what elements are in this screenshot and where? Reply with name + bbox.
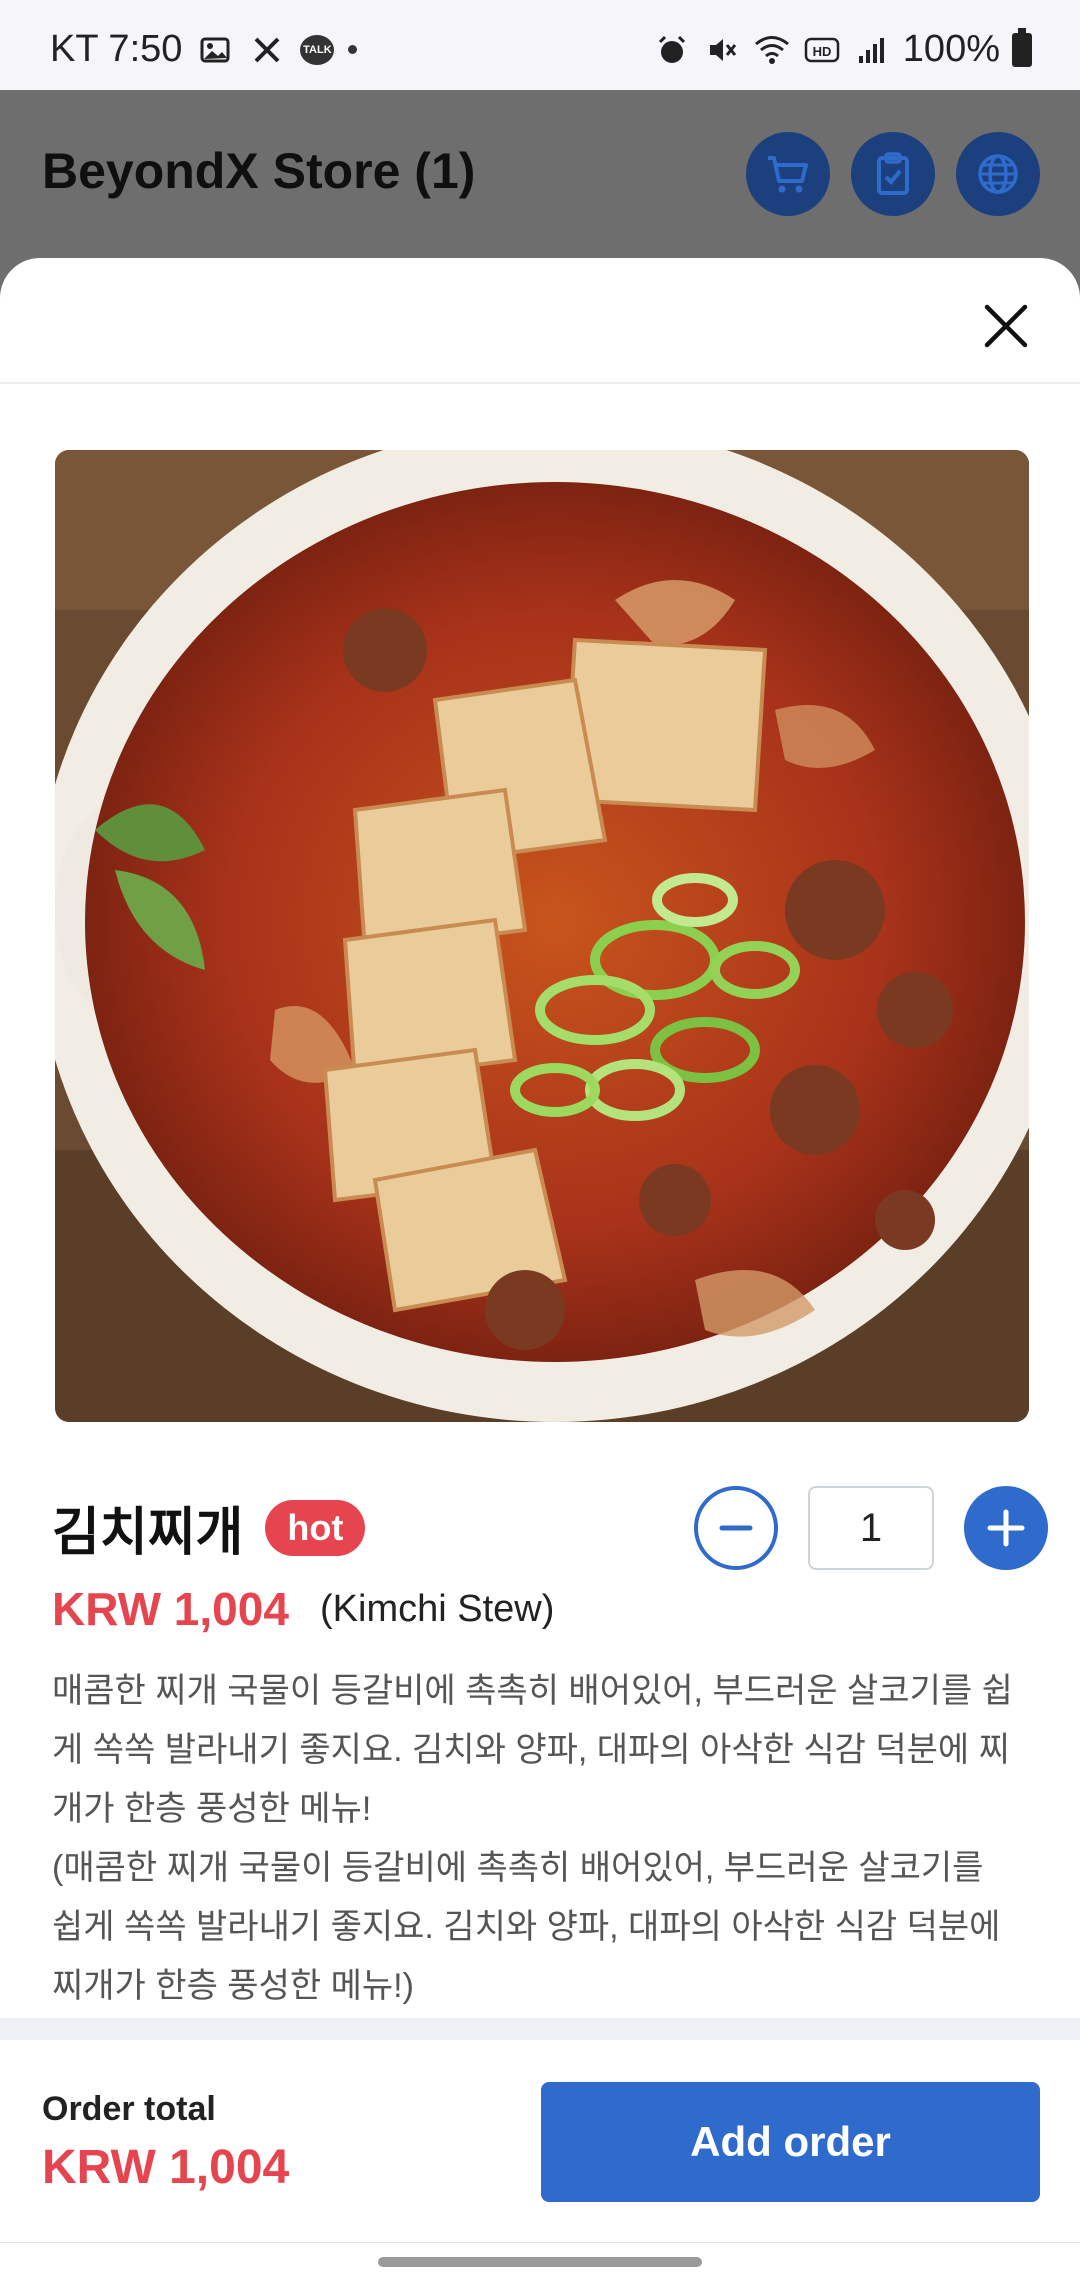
gallery-icon — [196, 31, 234, 69]
home-gesture-handle[interactable] — [378, 2257, 702, 2267]
close-button[interactable] — [978, 298, 1034, 354]
order-total-price: KRW 1,004 — [42, 2141, 290, 2194]
navigation-bar — [0, 2242, 1080, 2280]
carrier-time: KT 7:50 — [50, 28, 183, 70]
sheet-divider — [0, 382, 1080, 384]
quantity-input[interactable]: 1 — [808, 1486, 934, 1570]
cart-icon — [768, 156, 808, 193]
hd-voice-icon: HD — [803, 31, 841, 69]
hot-badge: hot — [265, 1499, 366, 1556]
order-footer: Order total KRW 1,004 Add order — [0, 2040, 1080, 2242]
kakaotalk-icon: TALK — [300, 34, 335, 65]
close-icon — [984, 304, 1028, 348]
item-english-name: (Kimchi Stew) — [320, 1588, 555, 1630]
battery-icon — [1012, 27, 1032, 67]
store-title: BeyondX Store (1) — [42, 143, 476, 199]
status-left: KT 7:50 TALK — [50, 28, 358, 71]
battery-percent: 100% — [902, 28, 1000, 70]
add-order-button[interactable]: Add order — [541, 2082, 1040, 2202]
svg-text:HD: HD — [812, 44, 831, 59]
increase-quantity-button[interactable] — [964, 1486, 1048, 1570]
orders-button[interactable] — [851, 132, 935, 216]
minus-icon — [719, 1525, 753, 1531]
cart-button[interactable] — [746, 132, 830, 216]
section-separator — [0, 2018, 1080, 2040]
plus-icon — [987, 1509, 1025, 1547]
signal-icon — [853, 31, 891, 69]
item-price: KRW 1,004 — [52, 1583, 289, 1635]
tools-icon — [248, 31, 286, 69]
clipboard-check-icon — [877, 152, 909, 195]
globe-icon — [978, 154, 1018, 194]
alarm-icon — [653, 31, 691, 69]
item-name-row: 김치찌개 hot — [52, 1490, 366, 1565]
wifi-icon — [753, 31, 791, 69]
notification-dot-icon — [348, 45, 358, 54]
mute-icon — [703, 31, 741, 69]
order-total-label: Order total — [42, 2090, 216, 2128]
quantity-stepper: 1 — [694, 1486, 1048, 1570]
status-bar: KT 7:50 TALK HD 100% — [0, 0, 1080, 90]
item-description: 매콤한 찌개 국물이 등갈비에 촉촉히 배어있어, 부드러운 살코기를 쉽 게 … — [52, 1672, 1013, 2005]
item-detail-sheet: 김치찌개 hot 1 KRW 1,004 (Kimchi Stew) 매콤한 찌… — [0, 258, 1080, 2280]
status-right: HD 100% — [653, 27, 1032, 71]
language-button[interactable] — [956, 132, 1040, 216]
food-photo — [55, 450, 1029, 1422]
item-name: 김치찌개 — [52, 1504, 244, 1562]
decrease-quantity-button[interactable] — [694, 1486, 778, 1570]
